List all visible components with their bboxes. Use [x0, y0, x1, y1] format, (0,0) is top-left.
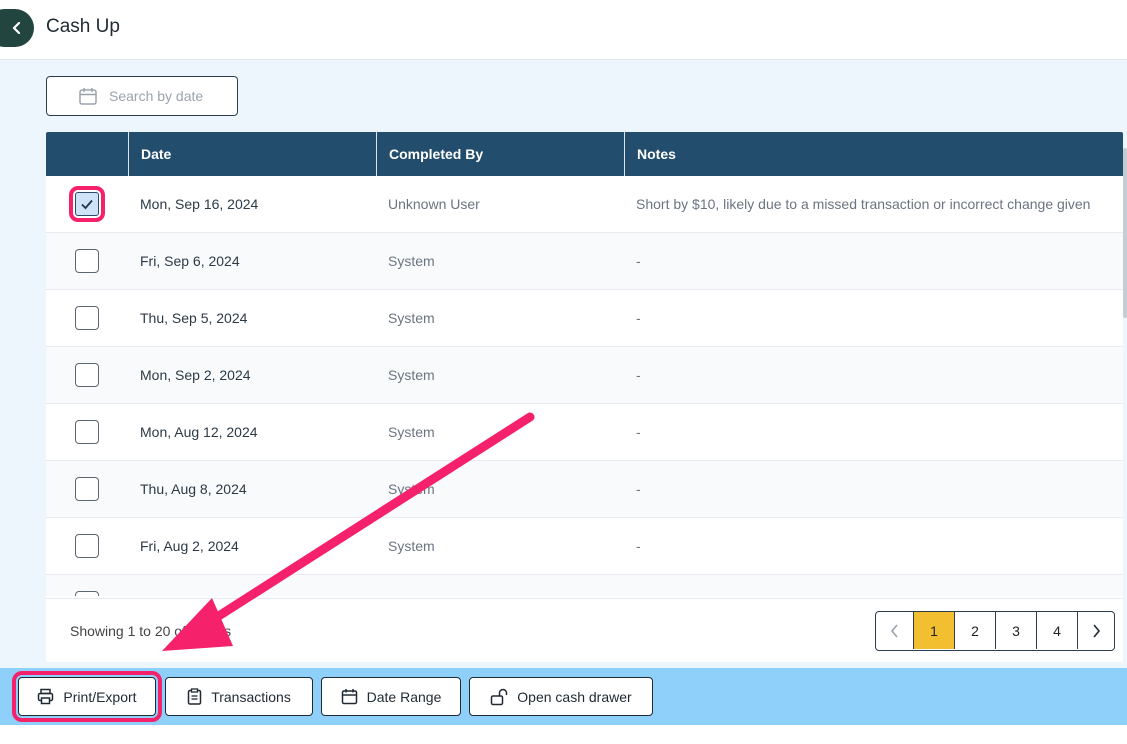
printer-icon — [38, 688, 54, 705]
page-button-1[interactable]: 1 — [913, 612, 954, 649]
app-header: Cash Up — [0, 0, 1127, 60]
page-button-2[interactable]: 2 — [954, 612, 995, 649]
table-row[interactable]: Thu, Sep 5, 2024 System - — [46, 290, 1123, 347]
table-header: Date Completed By Notes — [46, 132, 1123, 176]
print-export-button[interactable]: Print/Export — [12, 671, 162, 722]
cell-date: Mon, Sep 2, 2024 — [140, 367, 251, 383]
cell-notes: - — [636, 253, 641, 269]
transactions-label: Transactions — [211, 688, 291, 705]
next-page-button[interactable] — [1077, 612, 1114, 649]
pagination: 1 2 3 4 — [875, 611, 1115, 651]
cell-completed-by: System — [388, 538, 435, 554]
chevron-left-icon — [890, 623, 898, 638]
table-body: Mon, Sep 16, 2024 Unknown User Short by … — [46, 176, 1123, 596]
chevron-left-icon — [12, 22, 21, 34]
table-row[interactable] — [46, 575, 1123, 596]
column-header-completed-by[interactable]: Completed By — [376, 132, 624, 176]
table-row[interactable]: Mon, Aug 12, 2024 System - — [46, 404, 1123, 461]
cell-notes: - — [636, 424, 641, 440]
page-button-3[interactable]: 3 — [995, 612, 1036, 649]
checkmark-icon — [81, 199, 93, 210]
cell-date: Mon, Aug 12, 2024 — [140, 424, 258, 440]
print-export-label: Print/Export — [63, 688, 137, 705]
cell-completed-by: System — [388, 367, 435, 383]
cell-completed-by: System — [388, 424, 435, 440]
cell-notes: - — [636, 481, 641, 497]
table-row[interactable]: Fri, Sep 6, 2024 System - — [46, 233, 1123, 290]
row-checkbox[interactable] — [75, 306, 99, 330]
cell-notes: - — [636, 310, 641, 326]
cell-completed-by: System — [388, 310, 435, 326]
scrollbar-thumb[interactable] — [1123, 148, 1127, 318]
row-checkbox[interactable] — [75, 420, 99, 444]
date-search-input[interactable]: Search by date — [46, 76, 238, 116]
cell-date: Fri, Aug 2, 2024 — [140, 538, 239, 554]
column-header-date[interactable]: Date — [128, 132, 376, 176]
cell-notes: - — [636, 538, 641, 554]
prev-page-button[interactable] — [876, 612, 913, 649]
calendar-icon — [79, 88, 97, 105]
row-checkbox[interactable] — [75, 363, 99, 387]
cell-notes: Short by $10, likely due to a missed tra… — [636, 196, 1091, 212]
clipboard-list-icon — [187, 688, 202, 705]
column-header-notes[interactable]: Notes — [624, 132, 1123, 176]
cell-completed-by: System — [388, 481, 435, 497]
cell-date: Mon, Sep 16, 2024 — [140, 196, 259, 212]
unlock-icon — [491, 688, 508, 705]
table-row[interactable]: Mon, Sep 2, 2024 System - — [46, 347, 1123, 404]
cash-up-table: Date Completed By Notes Mon, Sep 16, 202… — [46, 132, 1123, 662]
table-footer: Showing 1 to 20 of results 1 2 3 4 — [46, 598, 1123, 662]
search-placeholder: Search by date — [109, 88, 204, 104]
cell-notes: - — [636, 367, 641, 383]
cell-completed-by: Unknown User — [388, 196, 480, 212]
page-title: Cash Up — [46, 16, 120, 37]
row-checkbox[interactable] — [75, 534, 99, 558]
row-checkbox[interactable] — [75, 249, 99, 273]
main-content: Search by date Date Completed By Notes M… — [0, 60, 1127, 668]
cell-date — [128, 575, 376, 596]
cell-date: Thu, Sep 5, 2024 — [140, 310, 248, 326]
table-row[interactable]: Mon, Sep 16, 2024 Unknown User Short by … — [46, 176, 1123, 233]
calendar-icon — [341, 689, 357, 705]
table-row[interactable]: Fri, Aug 2, 2024 System - — [46, 518, 1123, 575]
row-checkbox[interactable] — [69, 186, 105, 222]
cell-completed-by: System — [388, 253, 435, 269]
open-cash-drawer-label: Open cash drawer — [517, 688, 632, 705]
column-header-select — [46, 132, 128, 176]
transactions-button[interactable]: Transactions — [165, 677, 313, 716]
chevron-right-icon — [1093, 623, 1101, 638]
row-checkbox[interactable] — [75, 591, 99, 596]
cell-date: Thu, Aug 8, 2024 — [140, 481, 247, 497]
date-range-button[interactable]: Date Range — [321, 677, 461, 716]
cell-date: Fri, Sep 6, 2024 — [140, 253, 240, 269]
back-button[interactable] — [0, 9, 34, 47]
open-cash-drawer-button[interactable]: Open cash drawer — [469, 677, 653, 716]
action-bar: Print/Export Transactions Date Range Ope… — [0, 668, 1127, 725]
cell-completed-by — [376, 575, 624, 596]
page-button-4[interactable]: 4 — [1036, 612, 1077, 649]
table-row[interactable]: Thu, Aug 8, 2024 System - — [46, 461, 1123, 518]
cell-notes — [624, 575, 1123, 596]
row-checkbox[interactable] — [75, 477, 99, 501]
results-summary: Showing 1 to 20 of results — [70, 623, 232, 639]
date-range-label: Date Range — [366, 688, 442, 705]
